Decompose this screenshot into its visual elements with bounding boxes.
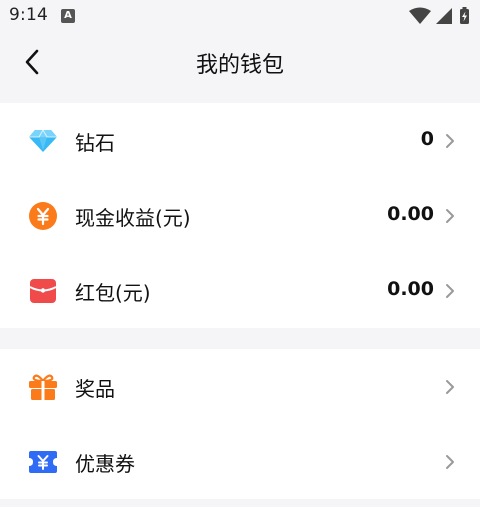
gift-icon bbox=[27, 371, 59, 403]
wallet-item-value: 0.00 bbox=[387, 203, 434, 225]
header: 我的钱包 bbox=[0, 34, 480, 94]
status-time: 9:14 bbox=[9, 5, 48, 25]
menu-item-label: 优惠券 bbox=[75, 452, 135, 476]
battery-icon bbox=[460, 7, 469, 24]
wallet-item-diamonds[interactable]: 钻石 0 bbox=[0, 103, 480, 178]
menu-item-label: 奖品 bbox=[75, 377, 115, 401]
menu-item-prizes[interactable]: 奖品 bbox=[0, 349, 480, 424]
status-icons bbox=[409, 7, 469, 24]
red-envelope-icon bbox=[27, 275, 59, 307]
page-title: 我的钱包 bbox=[195, 53, 284, 78]
chevron-right-icon bbox=[446, 284, 454, 298]
wallet-item-label: 钻石 bbox=[75, 131, 115, 155]
chevron-right-icon bbox=[446, 134, 454, 148]
chevron-right-icon bbox=[446, 380, 454, 394]
wallet-item-red-envelope[interactable]: 红包(元) 0.00 bbox=[0, 253, 480, 328]
wifi-icon bbox=[409, 7, 431, 24]
yuan-coin-icon bbox=[27, 200, 59, 232]
cellular-icon bbox=[436, 8, 452, 24]
coupon-icon bbox=[27, 446, 59, 478]
chevron-right-icon bbox=[446, 455, 454, 469]
diamond-icon bbox=[27, 125, 59, 157]
wallet-item-label: 红包(元) bbox=[75, 281, 151, 305]
notification-icon: A bbox=[61, 9, 75, 23]
menu-item-coupons[interactable]: 优惠券 bbox=[0, 424, 480, 499]
rewards-card: 奖品 优惠券 bbox=[0, 349, 480, 499]
status-bar: 9:14 A bbox=[0, 0, 480, 34]
wallet-item-label: 现金收益(元) bbox=[75, 206, 191, 230]
wallet-item-value: 0.00 bbox=[387, 278, 434, 300]
chevron-right-icon bbox=[446, 209, 454, 223]
wallet-item-cash-earnings[interactable]: 现金收益(元) 0.00 bbox=[0, 178, 480, 253]
wallet-balance-card: 钻石 0 现金收益(元) 0.00 红包(元) 0.00 bbox=[0, 103, 480, 328]
wallet-item-value: 0 bbox=[420, 128, 434, 150]
